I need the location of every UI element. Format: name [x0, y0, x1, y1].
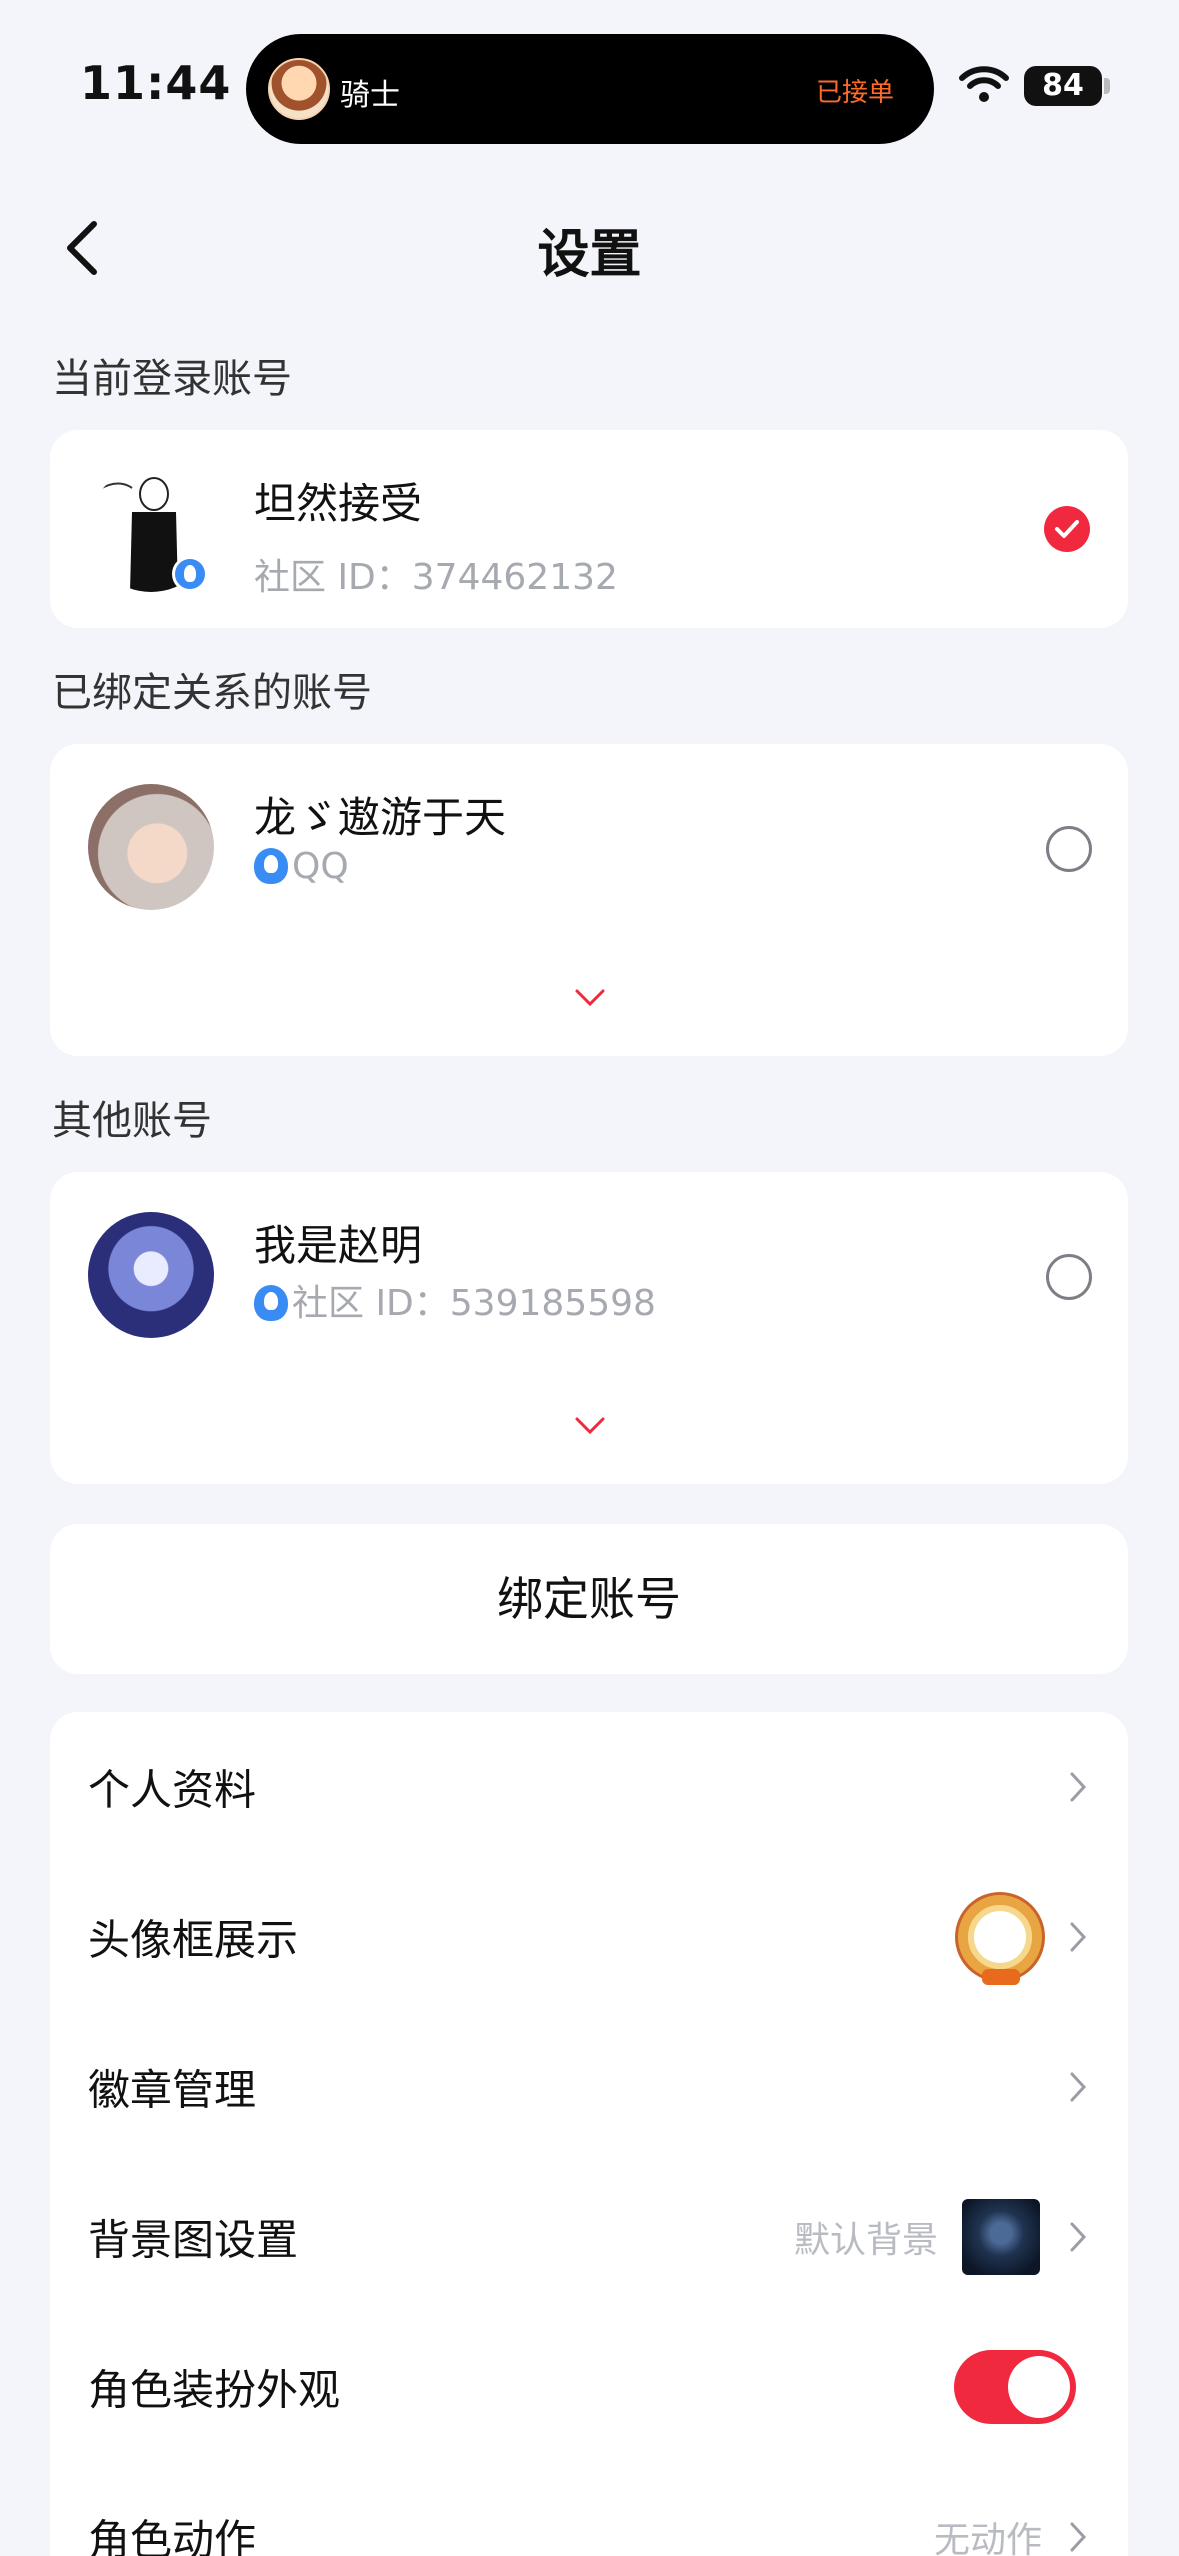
island-status: 已接单 — [815, 78, 894, 108]
bound-account-card[interactable]: 龙ゞ遨游于天 QQ — [50, 744, 1128, 1056]
settings-page: 11:44 骑士 已接单 84 设置 当前登录账号 坦然接受 社区 ID：374… — [0, 0, 1179, 2556]
menu-item-label: 背景图设置 — [88, 2215, 299, 2265]
bound-account-radio[interactable] — [1046, 826, 1092, 872]
expand-chevron-down-icon[interactable] — [574, 1416, 606, 1436]
character-action-value: 无动作 — [933, 2520, 1042, 2556]
menu-item-character-outfit: 角色装扮外观 — [50, 2312, 1128, 2462]
battery-indicator: 84 — [1024, 66, 1102, 106]
other-account-card[interactable]: 我是赵明 社区 ID：539185598 — [50, 1172, 1128, 1484]
qq-icon — [254, 1285, 288, 1321]
other-account-name: 我是赵明 — [254, 1221, 423, 1270]
other-account-id-label: 社区 ID：539185598 — [292, 1283, 656, 1324]
background-thumbnail — [962, 2199, 1040, 2275]
menu-item-label: 徽章管理 — [88, 2065, 257, 2115]
chevron-right-icon — [1070, 1772, 1087, 1802]
menu-item-label: 头像框展示 — [88, 1915, 299, 1965]
menu-item-character-action[interactable]: 角色动作 无动作 — [50, 2462, 1128, 2556]
chevron-right-icon — [1070, 2522, 1087, 2552]
current-account-card[interactable]: 坦然接受 社区 ID：374462132 — [50, 430, 1128, 628]
bound-account-type: QQ — [254, 846, 349, 887]
toggle-knob — [1008, 2356, 1070, 2418]
settings-menu: 个人资料 头像框展示 徽章管理 背景图设置 默认背景 角色装扮外观 角色动作 无… — [50, 1712, 1128, 2556]
menu-item-avatar-frame[interactable]: 头像框展示 — [50, 1862, 1128, 2012]
expand-chevron-down-icon[interactable] — [574, 988, 606, 1008]
qq-icon — [254, 848, 288, 884]
bound-account-name: 龙ゞ遨游于天 — [254, 793, 507, 842]
chevron-right-icon — [1070, 2072, 1087, 2102]
dynamic-island[interactable]: 骑士 已接单 — [246, 34, 934, 144]
battery-cap — [1104, 78, 1110, 94]
page-title: 设置 — [537, 225, 642, 285]
bound-account-avatar — [88, 784, 214, 910]
menu-item-badges[interactable]: 徽章管理 — [50, 2012, 1128, 2162]
island-name: 骑士 — [340, 78, 400, 113]
selected-check-icon[interactable] — [1044, 506, 1090, 552]
qq-badge-icon — [172, 556, 208, 592]
menu-item-label: 个人资料 — [88, 1765, 257, 1815]
chevron-right-icon — [1070, 2222, 1087, 2252]
character-outfit-toggle[interactable] — [954, 2350, 1076, 2424]
other-account-radio[interactable] — [1046, 1254, 1092, 1300]
bind-account-button[interactable]: 绑定账号 — [50, 1524, 1128, 1674]
menu-item-profile[interactable]: 个人资料 — [50, 1712, 1128, 1862]
section-other-account: 其他账号 — [52, 1098, 212, 1144]
section-bound-account: 已绑定关系的账号 — [52, 670, 372, 716]
menu-item-label: 角色装扮外观 — [88, 2365, 341, 2415]
chevron-right-icon — [1070, 1922, 1087, 1952]
menu-item-label: 角色动作 — [88, 2515, 257, 2556]
wifi-icon — [959, 66, 1009, 102]
section-current-account: 当前登录账号 — [52, 356, 292, 402]
other-account-id: 社区 ID：539185598 — [254, 1274, 656, 1326]
other-account-avatar — [88, 1212, 214, 1338]
bound-account-type-label: QQ — [292, 846, 349, 887]
menu-item-background[interactable]: 背景图设置 默认背景 — [50, 2162, 1128, 2312]
current-account-id: 社区 ID：374462132 — [254, 557, 618, 598]
background-value: 默认背景 — [793, 2220, 938, 2261]
current-account-name: 坦然接受 — [254, 479, 423, 528]
rider-avatar — [268, 58, 330, 120]
avatar-frame-thumbnail — [958, 1895, 1042, 1985]
status-time: 11:44 — [80, 56, 232, 110]
